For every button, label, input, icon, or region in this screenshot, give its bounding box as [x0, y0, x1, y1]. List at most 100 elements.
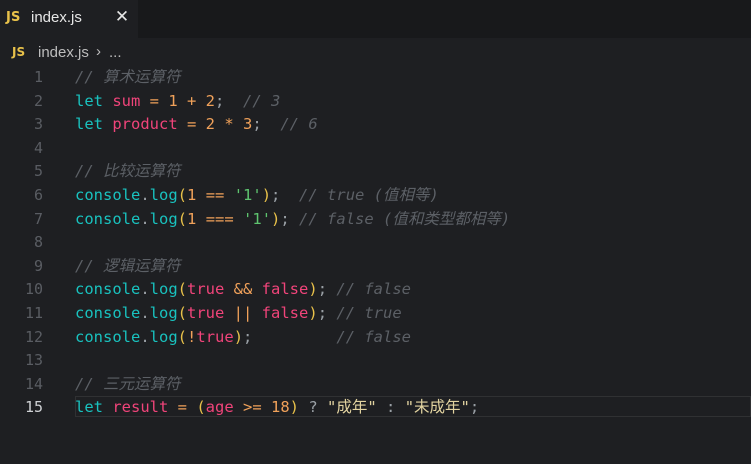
code-token: ==: [196, 186, 234, 204]
code-line[interactable]: 4: [0, 137, 751, 160]
code-token: // 3: [243, 91, 281, 110]
code-token: (: [177, 186, 188, 204]
code-token: .: [140, 304, 150, 322]
line-number: 6: [33, 186, 43, 204]
code-token: result: [112, 398, 169, 417]
close-icon[interactable]: ✕: [113, 8, 131, 26]
code-token: ===: [196, 209, 244, 228]
code-token: product: [112, 115, 178, 134]
line-number: 8: [33, 233, 43, 252]
code-line[interactable]: 8: [0, 231, 751, 254]
breadcrumb-symbols[interactable]: ...: [109, 44, 122, 61]
code-token: 18: [271, 398, 290, 417]
code-token: console: [75, 280, 141, 299]
code-token: 1: [168, 91, 178, 110]
code-text[interactable]: console.log(1 === '1'); // false (值和类型都相…: [75, 208, 510, 231]
code-token: .: [140, 209, 150, 228]
code-token: .: [140, 186, 150, 204]
line-number: 11: [24, 304, 43, 322]
code-token: true: [187, 280, 225, 299]
javascript-file-icon: JS: [6, 10, 21, 25]
breadcrumb: JS index.js › ...: [0, 38, 751, 66]
javascript-file-icon: JS: [12, 45, 26, 59]
code-token: ;: [271, 186, 300, 204]
code-line[interactable]: 6 console.log(1 == '1'); // true (值相等): [0, 184, 751, 207]
code-text[interactable]: // 比较运算符: [75, 160, 181, 183]
code-token: ): [271, 209, 281, 228]
line-number: 12: [24, 327, 43, 346]
code-line[interactable]: 14 // 三元运算符: [0, 373, 751, 396]
line-number: 4: [33, 138, 43, 157]
code-token: let: [75, 91, 113, 110]
code-token: 1: [187, 186, 197, 204]
code-text[interactable]: console.log(!true); // false: [75, 326, 411, 349]
code-token: sum: [112, 91, 141, 110]
code-token: ||: [224, 304, 262, 322]
code-text[interactable]: // 算术运算符: [75, 66, 181, 89]
tab-label[interactable]: index.js: [31, 9, 82, 26]
code-text[interactable]: console.log(true && false); // false: [75, 278, 411, 301]
code-token: log: [149, 186, 178, 204]
tab-index-js[interactable]: JS index.js ✕: [0, 0, 138, 38]
code-token: age: [205, 398, 234, 417]
code-token: .: [140, 327, 150, 346]
breadcrumb-file[interactable]: index.js: [38, 44, 89, 61]
code-line[interactable]: 3 let product = 2 * 3; // 6: [0, 113, 751, 136]
code-token: ;: [252, 115, 281, 134]
code-token: // true: [336, 304, 402, 322]
code-token: // false (值和类型都相等): [299, 209, 511, 228]
code-line[interactable]: 15 let result = (age >= 18) ? "成年" : "未成年…: [0, 396, 751, 419]
code-token: 2: [205, 91, 216, 110]
code-token: ): [308, 280, 318, 299]
code-text[interactable]: let product = 2 * 3; // 6: [75, 113, 318, 136]
code-token: :: [376, 398, 405, 417]
code-token: ?: [299, 398, 328, 417]
code-editor[interactable]: 1// 算术运算符 2 let sum = 1 + 2; // 3 3 let prod…: [0, 66, 751, 464]
code-token: 2: [205, 115, 215, 134]
line-number: 5: [33, 162, 43, 181]
code-token: // 6: [280, 115, 318, 134]
code-token: ;: [215, 91, 244, 110]
code-line[interactable]: 13: [0, 349, 751, 372]
code-text[interactable]: // 三元运算符: [75, 373, 181, 396]
code-text[interactable]: console.log(true || false); // true: [75, 302, 402, 325]
code-line[interactable]: 7 console.log(1 === '1'); // false (值和类型都…: [0, 208, 751, 231]
code-token: // false: [336, 280, 412, 299]
code-token: let: [75, 115, 113, 134]
code-line[interactable]: 5 // 比较运算符: [0, 160, 751, 183]
code-token: // 逻辑运算符: [75, 256, 181, 275]
line-number: 1: [33, 68, 43, 86]
code-line[interactable]: 2 let sum = 1 + 2; // 3: [0, 90, 751, 113]
code-text[interactable]: let sum = 1 + 2; // 3: [75, 90, 280, 113]
code-token: ;: [317, 280, 337, 299]
code-line[interactable]: 12 console.log(!true); // false: [0, 326, 751, 349]
code-line[interactable]: 9 // 逻辑运算符: [0, 255, 751, 278]
code-text[interactable]: console.log(1 == '1'); // true (值相等): [75, 184, 439, 207]
code-token: 1: [187, 209, 197, 228]
code-token: ;: [243, 327, 337, 346]
line-number: 3: [33, 115, 43, 134]
code-token: ;: [280, 209, 300, 228]
code-token: *: [215, 115, 243, 134]
code-token: console: [75, 327, 141, 346]
code-line[interactable]: 10 console.log(true && false); // false: [0, 278, 751, 301]
code-token: console: [75, 186, 141, 204]
line-number: 7: [33, 209, 43, 228]
code-token: =: [140, 91, 169, 110]
tab-bar: JS index.js ✕: [0, 0, 751, 38]
code-text[interactable]: // 逻辑运算符: [75, 255, 181, 278]
code-line[interactable]: 1 // 算术运算符: [0, 66, 751, 89]
code-token: '1': [243, 209, 272, 228]
code-token: ;: [469, 398, 480, 417]
code-token: ;: [317, 304, 337, 322]
code-token: ): [289, 398, 300, 417]
code-token: .: [140, 280, 150, 299]
code-token: 3: [243, 115, 253, 134]
line-number: 9: [33, 256, 43, 275]
code-token: ): [261, 186, 272, 204]
code-text[interactable]: let result = (age >= 18) ? "成年" : "未成年";: [75, 396, 479, 419]
code-token: console: [75, 304, 141, 322]
code-token: // 算术运算符: [75, 68, 181, 86]
code-line[interactable]: 11 console.log(true || false); // true: [0, 302, 751, 325]
code-token: log: [149, 209, 178, 228]
